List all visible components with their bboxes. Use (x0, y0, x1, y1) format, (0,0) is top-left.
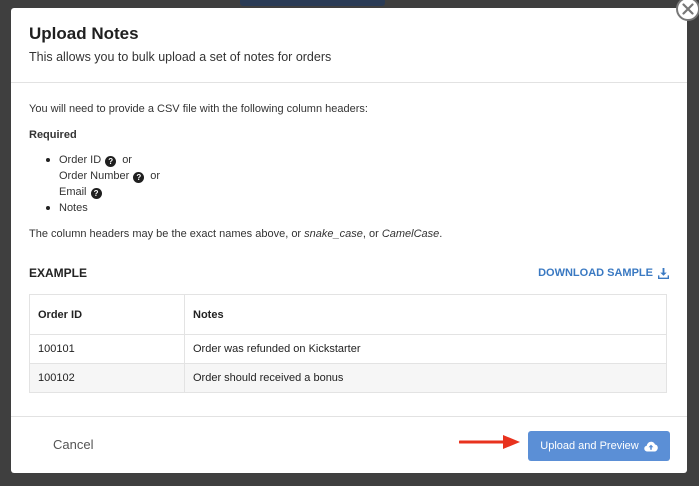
table-cell: 100102 (29, 363, 185, 393)
download-sample-link[interactable]: DOWNLOAD SAMPLE (538, 267, 669, 279)
note-text: The column headers may be the exact name… (29, 228, 305, 240)
list-item: Email? (29, 184, 669, 200)
background-button (240, 0, 385, 6)
field-email: Email (59, 186, 87, 198)
example-header: EXAMPLE DOWNLOAD SAMPLE (29, 266, 669, 280)
list-item: Order ID? or (29, 152, 669, 168)
note-snake-case: snake_case (304, 228, 363, 240)
upload-and-preview-button[interactable]: Upload and Preview (528, 431, 670, 461)
modal-title: Upload Notes (29, 24, 139, 43)
modal-header: Upload Notes This allows you to bulk upl… (11, 8, 687, 83)
or-text: or (122, 154, 132, 166)
cancel-button[interactable]: Cancel (53, 437, 93, 452)
table-cell: Order should received a bonus (184, 363, 667, 393)
field-notes: Notes (59, 202, 88, 214)
required-label: Required (29, 129, 77, 141)
close-icon (682, 3, 694, 15)
list-item: Notes (29, 200, 669, 216)
help-icon[interactable]: ? (105, 156, 117, 167)
modal-subtitle: This allows you to bulk upload a set of … (29, 50, 332, 64)
intro-text: You will need to provide a CSV file with… (29, 103, 368, 115)
headers-note: The column headers may be the exact name… (29, 228, 669, 240)
or-text: or (150, 170, 161, 182)
table-cell: 100101 (29, 334, 185, 364)
note-camel-case: CamelCase (381, 228, 440, 240)
cloud-upload-icon (644, 441, 658, 451)
example-title: EXAMPLE (29, 266, 88, 280)
modal-footer: Cancel Upload and Preview (11, 416, 687, 473)
table-cell: Order was refunded on Kickstarter (184, 334, 667, 364)
red-arrow-annotation (459, 435, 520, 449)
download-icon (658, 267, 669, 279)
table-header-row: Order ID Notes (29, 294, 667, 335)
close-modal-button[interactable] (676, 0, 699, 21)
column-header: Order ID (29, 294, 185, 335)
upload-notes-modal: Upload Notes This allows you to bulk upl… (11, 8, 687, 473)
table-row: 100102 Order should received a bonus (29, 363, 667, 393)
upload-button-label: Upload and Preview (540, 440, 639, 452)
help-icon[interactable]: ? (133, 172, 145, 183)
list-item: Order Number? or (29, 168, 669, 184)
modal-body: You will need to provide a CSV file with… (11, 83, 687, 393)
help-icon[interactable]: ? (90, 188, 102, 199)
table-row: 100101 Order was refunded on Kickstarter (29, 334, 667, 364)
field-order-number: Order Number (59, 170, 130, 182)
note-text: . (439, 228, 443, 240)
column-header: Notes (184, 294, 667, 335)
download-sample-label: DOWNLOAD SAMPLE (538, 267, 653, 279)
example-table: Order ID Notes 100101 Order was refunded… (29, 294, 667, 393)
required-fields-list: Order ID? or Order Number? or Email? Notes (29, 152, 669, 216)
field-order-id: Order ID (59, 154, 102, 166)
note-text: , or (362, 228, 382, 240)
